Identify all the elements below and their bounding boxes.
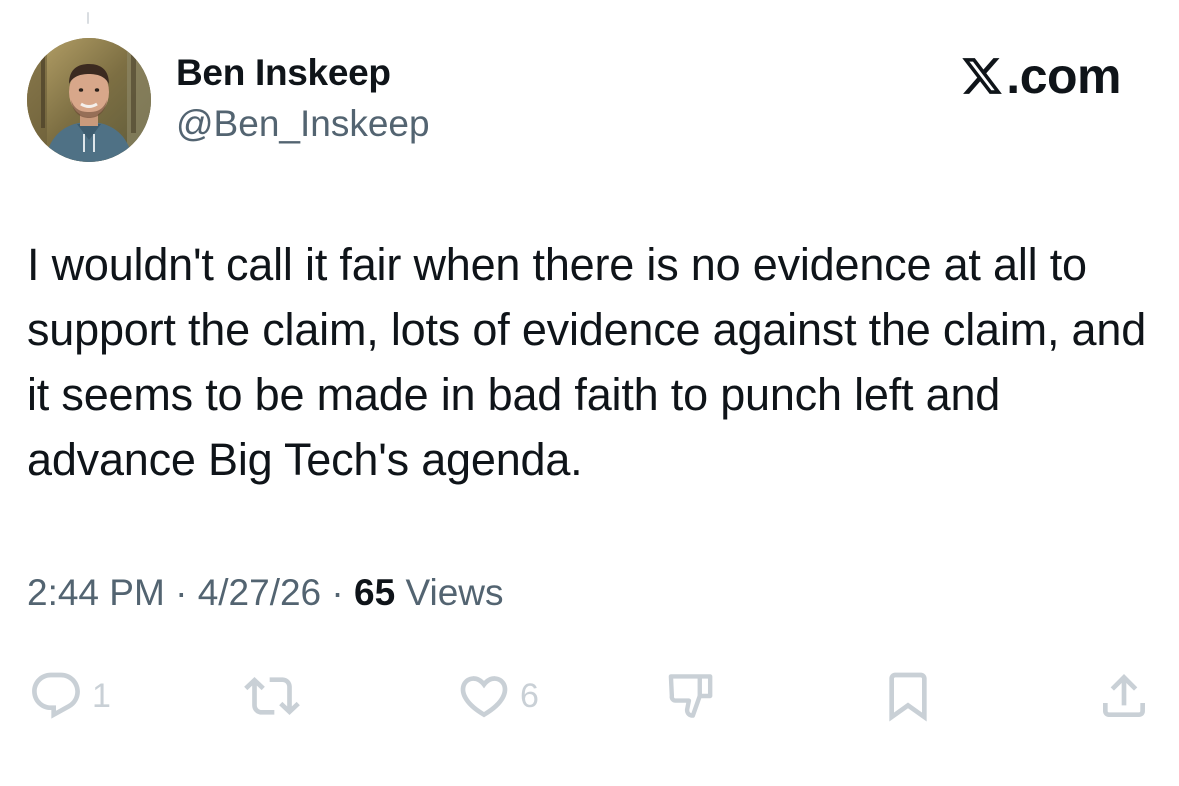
author-display-name[interactable]: Ben Inskeep <box>176 52 391 94</box>
meta-separator: · <box>331 572 344 613</box>
meta-separator: · <box>175 572 188 613</box>
views-label: Views <box>405 572 504 613</box>
tweet-card: Ben Inskeep @Ben_Inskeep .com I wouldn't… <box>0 0 1179 786</box>
reply-count: 1 <box>92 676 111 715</box>
repost-button[interactable] <box>244 668 308 724</box>
tweet-date[interactable]: 4/27/26 <box>198 572 321 613</box>
avatar[interactable] <box>27 38 151 162</box>
tweet-text: I wouldn't call it fair when there is no… <box>27 239 1147 485</box>
share-button[interactable] <box>1096 668 1152 724</box>
avatar-photo <box>27 38 151 162</box>
tweet-time[interactable]: 2:44 PM <box>27 572 165 613</box>
dislike-button[interactable] <box>664 668 724 724</box>
views-count: 65 <box>354 572 396 613</box>
author-handle[interactable]: @Ben_Inskeep <box>176 103 430 145</box>
bookmark-icon <box>889 672 927 722</box>
x-com-brand: .com <box>960 50 1121 102</box>
brand-domain-text: .com <box>1006 48 1121 104</box>
bookmark-button[interactable] <box>880 668 936 724</box>
reply-icon <box>32 672 80 719</box>
thumbs-down-icon <box>668 674 713 718</box>
x-logo-icon <box>962 58 1003 94</box>
repost-icon <box>244 677 300 715</box>
like-button[interactable]: 6 <box>456 668 539 724</box>
action-bar: 1 6 <box>0 668 1179 724</box>
heart-icon <box>460 676 508 718</box>
drag-handle <box>87 12 89 24</box>
like-count: 6 <box>520 676 539 715</box>
reply-button[interactable]: 1 <box>28 668 111 724</box>
share-icon <box>1103 674 1145 717</box>
tweet-meta: 2:44 PM · 4/27/26 · 65 Views <box>27 572 504 614</box>
